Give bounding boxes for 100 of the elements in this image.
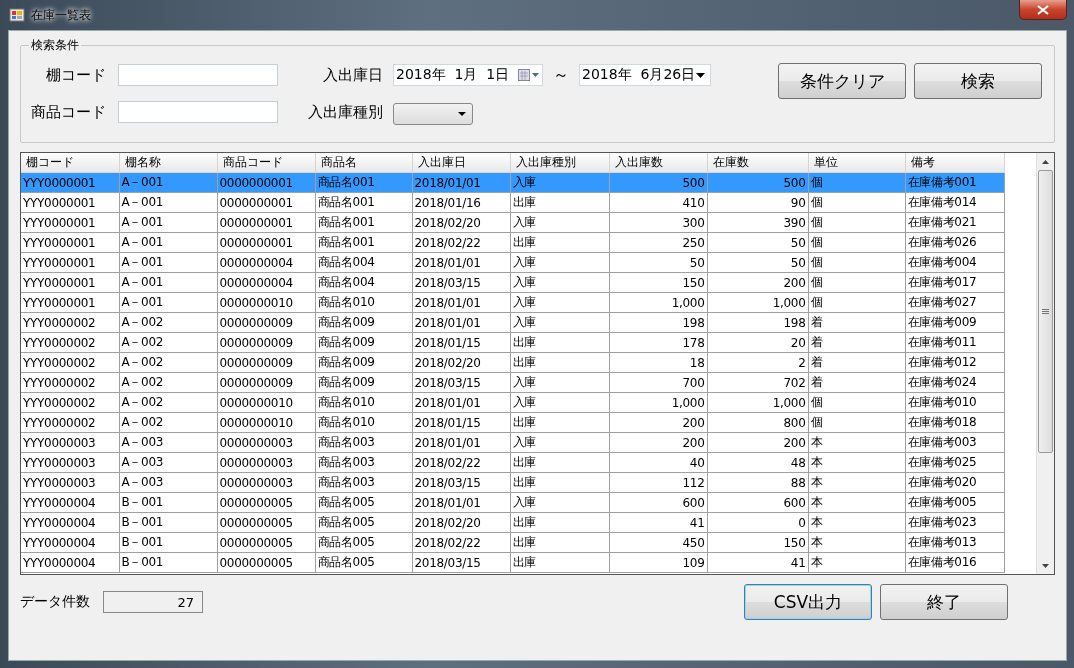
- table-cell: 18: [609, 352, 707, 373]
- table-cell: 2018/01/01: [412, 492, 510, 513]
- table-row[interactable]: YYY0000002 A－002 0000000009 商品名009 2018/01/01 入庫 198 198 着 在庫備考009: [21, 312, 1004, 333]
- table-cell: 2018/02/22: [412, 452, 510, 473]
- table-cell: 入庫: [510, 432, 609, 453]
- input-field[interactable]: [118, 101, 278, 123]
- table-cell: 在庫備考018: [905, 412, 1004, 433]
- table-cell: 2018/01/01: [412, 432, 510, 453]
- column-header[interactable]: 棚コード: [21, 153, 119, 173]
- table-row[interactable]: YYY0000004 B－001 0000000005 商品名005 2018/03/15 出庫 109 41 本 在庫備考016: [21, 552, 1004, 573]
- table-cell: 在庫備考005: [905, 492, 1004, 513]
- table-cell: 0000000001: [217, 192, 315, 213]
- table-cell: YYY0000003: [21, 432, 119, 453]
- table-row[interactable]: YYY0000001 A－001 0000000001 商品名001 2018/01/01 入庫 500 500 個 在庫備考001: [21, 172, 1004, 193]
- table-cell: 41: [609, 512, 707, 533]
- input-field[interactable]: [118, 64, 278, 86]
- table-row[interactable]: YYY0000001 A－001 0000000001 商品名001 2018/01/16 出庫 410 90 個 在庫備考014: [21, 192, 1004, 213]
- table-cell: 50: [707, 252, 808, 273]
- table-cell: YYY0000001: [21, 292, 119, 313]
- table-row[interactable]: YYY0000003 A－003 0000000003 商品名003 2018/01/01 入庫 200 200 本 在庫備考003: [21, 432, 1004, 453]
- table-cell: 150: [707, 532, 808, 553]
- table-row[interactable]: YYY0000001 A－001 0000000004 商品名004 2018/01/01 入庫 50 50 個 在庫備考004: [21, 252, 1004, 273]
- table-cell: 商品名001: [315, 232, 412, 253]
- table-cell: 出庫: [510, 192, 609, 213]
- table-cell: 410: [609, 192, 707, 213]
- table-row[interactable]: YYY0000003 A－003 0000000003 商品名003 2018/02/22 出庫 40 48 本 在庫備考025: [21, 452, 1004, 473]
- table-cell: 700: [609, 372, 707, 393]
- table-row[interactable]: YYY0000001 A－001 0000000001 商品名001 2018/02/22 出庫 250 50 個 在庫備考026: [21, 232, 1004, 253]
- table-cell: 2018/02/20: [412, 512, 510, 533]
- table-cell: 0000000005: [217, 512, 315, 533]
- table-cell: YYY0000002: [21, 352, 119, 373]
- table-cell: 200: [707, 432, 808, 453]
- column-header[interactable]: 備考: [905, 153, 1004, 173]
- table-cell: A－002: [119, 412, 217, 433]
- table-cell: YYY0000004: [21, 492, 119, 513]
- table-row[interactable]: YYY0000004 B－001 0000000005 商品名005 2018/02/20 出庫 41 0 本 在庫備考023: [21, 512, 1004, 533]
- date-picker[interactable]: 2018年 1月 1日: [393, 64, 543, 86]
- table-cell: A－003: [119, 452, 217, 473]
- table-cell: 200: [609, 432, 707, 453]
- table-cell: 0000000009: [217, 352, 315, 373]
- table-cell: 2018/02/22: [412, 232, 510, 253]
- table-cell: 1,000: [609, 392, 707, 413]
- table-row[interactable]: YYY0000002 A－002 0000000009 商品名009 2018/01/15 出庫 178 20 着 在庫備考011: [21, 332, 1004, 353]
- dropdown-arrow-icon: [458, 112, 466, 116]
- table-cell: 個: [808, 292, 905, 313]
- calendar-icon: [518, 69, 540, 81]
- count-field: 27: [103, 591, 203, 613]
- table-cell: 178: [609, 332, 707, 353]
- column-header[interactable]: 入出庫日: [412, 153, 510, 173]
- column-header[interactable]: 入出庫数: [609, 153, 707, 173]
- table-cell: 本: [808, 532, 905, 553]
- table-row[interactable]: YYY0000001 A－001 0000000004 商品名004 2018/03/15 入庫 150 200 個 在庫備考017: [21, 272, 1004, 293]
- scroll-down-icon[interactable]: [1042, 564, 1049, 568]
- table-cell: 2018/02/20: [412, 212, 510, 233]
- column-header[interactable]: 単位: [808, 153, 905, 173]
- table-row[interactable]: YYY0000002 A－002 0000000009 商品名009 2018/03/15 入庫 700 702 着 在庫備考024: [21, 372, 1004, 393]
- close-button[interactable]: [1019, 0, 1067, 20]
- table-row[interactable]: YYY0000001 A－001 0000000010 商品名010 2018/01/01 入庫 1,000 1,000 個 在庫備考027: [21, 292, 1004, 313]
- group-title: 検索条件: [30, 37, 80, 54]
- table-cell: 出庫: [510, 512, 609, 533]
- table-cell: 商品名005: [315, 492, 412, 513]
- table-row[interactable]: YYY0000004 B－001 0000000005 商品名005 2018/01/01 入庫 600 600 本 在庫備考005: [21, 492, 1004, 513]
- table-cell: 2018/01/01: [412, 392, 510, 413]
- type-dropdown[interactable]: [393, 103, 473, 125]
- scroll-up-icon[interactable]: [1042, 160, 1049, 164]
- table-cell: 入庫: [510, 272, 609, 293]
- search-form-button[interactable]: 検索: [914, 63, 1042, 99]
- table-cell: 2018/03/15: [412, 472, 510, 493]
- column-header[interactable]: 商品コード: [217, 153, 315, 173]
- table-row[interactable]: YYY0000002 A－002 0000000010 商品名010 2018/01/15 出庫 200 800 個 在庫備考018: [21, 412, 1004, 433]
- table-cell: 2018/03/15: [412, 552, 510, 573]
- column-header[interactable]: 入出庫種別: [510, 153, 609, 173]
- field-label: 入出庫種別: [308, 102, 384, 122]
- scrollbar-thumb[interactable]: [1038, 170, 1053, 453]
- table-cell: 出庫: [510, 412, 609, 433]
- footer-button[interactable]: CSV出力: [744, 584, 872, 620]
- table-cell: 0000000003: [217, 432, 315, 453]
- table-cell: 出庫: [510, 332, 609, 353]
- column-header[interactable]: 在庫数: [707, 153, 808, 173]
- search-form-button[interactable]: 条件クリア: [778, 63, 906, 99]
- column-header[interactable]: 棚名称: [119, 153, 217, 173]
- table-cell: 在庫備考012: [905, 352, 1004, 373]
- date-picker[interactable]: 2018年 6月26日: [579, 64, 711, 86]
- field-label: 入出庫日: [323, 65, 384, 85]
- table-row[interactable]: YYY0000003 A－003 0000000003 商品名003 2018/03/15 出庫 112 88 本 在庫備考020: [21, 472, 1004, 493]
- table-cell: 在庫備考010: [905, 392, 1004, 413]
- table-row[interactable]: YYY0000002 A－002 0000000009 商品名009 2018/02/20 出庫 18 2 着 在庫備考012: [21, 352, 1004, 373]
- table-row[interactable]: YYY0000002 A－002 0000000010 商品名010 2018/01/01 入庫 1,000 1,000 個 在庫備考010: [21, 392, 1004, 413]
- table-row[interactable]: YYY0000004 B－001 0000000005 商品名005 2018/02/22 出庫 450 150 本 在庫備考013: [21, 532, 1004, 553]
- table-cell: 商品名003: [315, 452, 412, 473]
- table-cell: 個: [808, 412, 905, 433]
- table-cell: 商品名001: [315, 212, 412, 233]
- table-cell: 個: [808, 392, 905, 413]
- table-row[interactable]: YYY0000001 A－001 0000000001 商品名001 2018/02/20 入庫 300 390 個 在庫備考021: [21, 212, 1004, 233]
- column-header[interactable]: 商品名: [315, 153, 412, 173]
- table-cell: B－001: [119, 512, 217, 533]
- table-cell: 2018/01/01: [412, 292, 510, 313]
- footer-button[interactable]: 終了: [880, 584, 1008, 620]
- vertical-scrollbar[interactable]: [1036, 153, 1054, 574]
- table-cell: 商品名009: [315, 372, 412, 393]
